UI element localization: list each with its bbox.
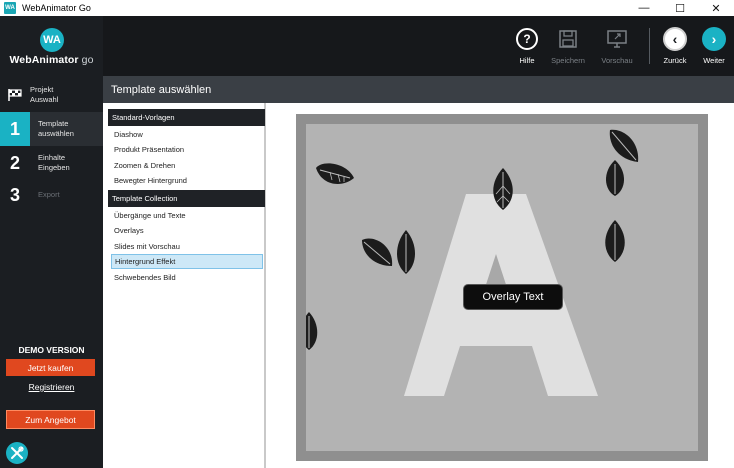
leaf-icon <box>493 168 513 210</box>
template-item-bewegter-hintergrund[interactable]: Bewegter Hintergrund <box>111 173 263 188</box>
app-logo: WA WebAnimator go <box>0 16 103 78</box>
help-icon: ? <box>516 28 538 50</box>
group-header-standard: Standard-Vorlagen <box>108 109 265 126</box>
demo-version-label: DEMO VERSION <box>18 345 85 355</box>
template-item-diashow[interactable]: Diashow <box>111 127 263 142</box>
register-link[interactable]: Registrieren <box>0 382 103 392</box>
step-number: 3 <box>9 184 20 205</box>
preview-label: Vorschau <box>601 56 633 65</box>
step-projekt-auswahl[interactable]: Projekt Auswahl <box>0 78 103 112</box>
template-item-uebergaenge-texte[interactable]: Übergänge und Texte <box>111 208 263 223</box>
step-label: Template auswählen <box>38 119 74 138</box>
minimize-button[interactable]: — <box>626 0 662 16</box>
step-label: Projekt Auswahl <box>30 85 59 104</box>
offer-button[interactable]: Zum Angebot <box>6 410 95 429</box>
template-item-produkt-praesentation[interactable]: Produkt Präsentation <box>111 142 263 157</box>
leaf-icon <box>397 230 415 274</box>
sidebar: WA WebAnimator go Projekt Auswahl 1 Templ… <box>0 16 103 468</box>
template-item-schwebendes-bild[interactable]: Schwebendes Bild <box>111 270 263 285</box>
maximize-button[interactable]: ☐ <box>662 0 698 16</box>
step-number: 1 <box>0 112 30 146</box>
template-item-overlays[interactable]: Overlays <box>111 223 263 238</box>
buy-now-button[interactable]: Jetzt kaufen <box>6 359 95 376</box>
close-button[interactable]: ✕ <box>698 0 734 16</box>
preview-area: Overlay Text <box>268 103 734 468</box>
logo-mark: WA <box>40 28 64 52</box>
page-title: Template auswählen <box>103 76 734 103</box>
logo-go: go <box>78 54 94 66</box>
template-item-slides-vorschau[interactable]: Slides mit Vorschau <box>111 239 263 254</box>
step-number: 2 <box>9 152 20 173</box>
template-item-zoomen-drehen[interactable]: Zoomen & Drehen <box>111 158 263 173</box>
step-label: Export <box>38 190 60 199</box>
template-list: Standard-Vorlagen Diashow Produkt Präsen… <box>103 103 266 468</box>
preview-button[interactable]: Vorschau <box>592 26 642 65</box>
next-arrow-icon: › <box>702 27 726 51</box>
logo-name: WebAnimator <box>9 54 79 66</box>
logo-text: WebAnimator go <box>0 54 103 66</box>
window-title: WebAnimator Go <box>22 3 91 13</box>
monitor-icon <box>592 26 642 52</box>
next-label: Weiter <box>703 56 725 65</box>
step-label: Einhalte Eingeben <box>38 153 70 172</box>
next-button[interactable]: › Weiter <box>689 26 734 65</box>
window-titlebar: WA WebAnimator Go — ☐ ✕ <box>0 0 734 16</box>
group-header-collection: Template Collection <box>108 190 265 207</box>
flag-icon <box>0 88 30 102</box>
app-icon: WA <box>4 2 16 14</box>
leaf-icon <box>316 163 354 184</box>
leaf-icon <box>605 160 625 196</box>
step-export[interactable]: 3 Export <box>0 178 103 212</box>
overlay-text: Overlay Text <box>463 284 563 310</box>
leaf-icon <box>605 220 625 262</box>
back-arrow-icon: ‹ <box>663 27 687 51</box>
step-einhalte-eingeben[interactable]: 2 Einhalte Eingeben <box>0 146 103 180</box>
main-toolbar: ? Hilfe Speichern Vorschau ‹ Zurück › We… <box>103 16 734 76</box>
window-controls: — ☐ ✕ <box>626 0 734 16</box>
save-icon <box>543 26 593 52</box>
preview-canvas: Overlay Text <box>306 124 698 451</box>
save-button[interactable]: Speichern <box>543 26 593 65</box>
leaf-icon <box>306 312 318 350</box>
save-label: Speichern <box>551 56 585 65</box>
template-item-hintergrund-effekt[interactable]: Hintergrund Effekt <box>111 254 263 269</box>
tools-icon[interactable] <box>6 442 28 464</box>
step-template-auswaehlen[interactable]: 1 Template auswählen <box>0 112 103 146</box>
preview-frame: Overlay Text <box>296 114 708 461</box>
